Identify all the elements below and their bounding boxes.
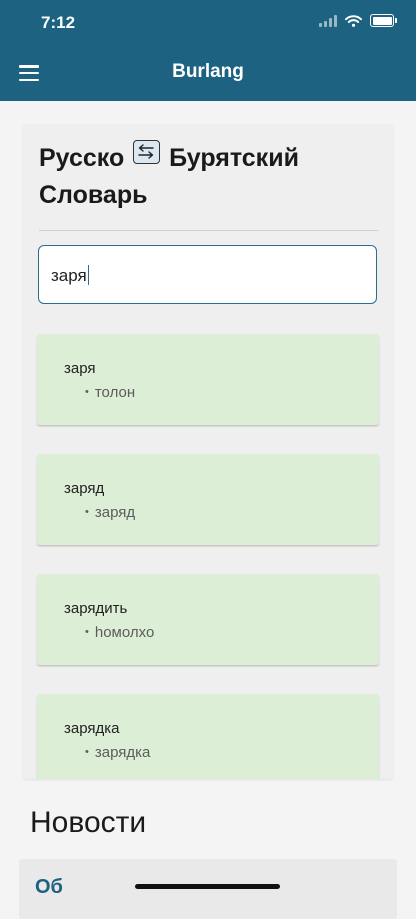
- result-item[interactable]: зарядить • һомолхо: [37, 574, 379, 665]
- home-indicator: [135, 884, 280, 889]
- swap-arrows-icon[interactable]: [133, 140, 161, 164]
- source-language-label: Русско: [39, 144, 125, 172]
- status-time: 7:12: [41, 13, 76, 32]
- result-item[interactable]: зарядка • зарядка: [37, 694, 379, 779]
- bullet-icon: •: [85, 746, 89, 758]
- result-word: зарядка: [64, 720, 120, 737]
- cellular-signal-icon: [319, 14, 337, 27]
- text-caret: [87, 265, 90, 285]
- top-app-bar: 7:12 Burlang: [0, 0, 416, 101]
- result-translation: • зарядка: [85, 744, 151, 761]
- bullet-icon: •: [85, 506, 89, 518]
- target-language-label: Бурятский: [169, 144, 299, 172]
- battery-icon: [370, 14, 397, 27]
- news-heading: Новости: [30, 806, 147, 839]
- result-word: заря: [64, 360, 96, 377]
- bullet-icon: •: [85, 386, 89, 398]
- news-item[interactable]: Об: [19, 859, 397, 919]
- app-title: Burlang: [172, 61, 244, 82]
- dictionary-card: Русско Бурятский Словарь заря заря • толо…: [23, 124, 393, 779]
- wifi-icon: [345, 14, 362, 27]
- search-input[interactable]: заря: [38, 245, 377, 304]
- result-translation: • һомолхо: [85, 624, 155, 641]
- result-item[interactable]: заряд • заряд: [37, 454, 379, 545]
- result-word: заряд: [64, 480, 105, 497]
- results-list: заря • толон заряд • заряд зарядить • һомол…: [37, 334, 379, 779]
- result-translation: • заряд: [85, 504, 136, 521]
- news-item-title: Об: [35, 876, 63, 898]
- dictionary-label: Словарь: [39, 181, 148, 209]
- divider: [39, 230, 378, 231]
- dictionary-title: Русско Бурятский Словарь: [39, 140, 379, 214]
- search-input-value: заря: [51, 265, 90, 286]
- result-item[interactable]: заря • толон: [37, 334, 379, 425]
- status-icons: [319, 14, 397, 27]
- bullet-icon: •: [85, 626, 89, 638]
- result-translation: • толон: [85, 384, 136, 401]
- result-word: зарядить: [64, 600, 128, 617]
